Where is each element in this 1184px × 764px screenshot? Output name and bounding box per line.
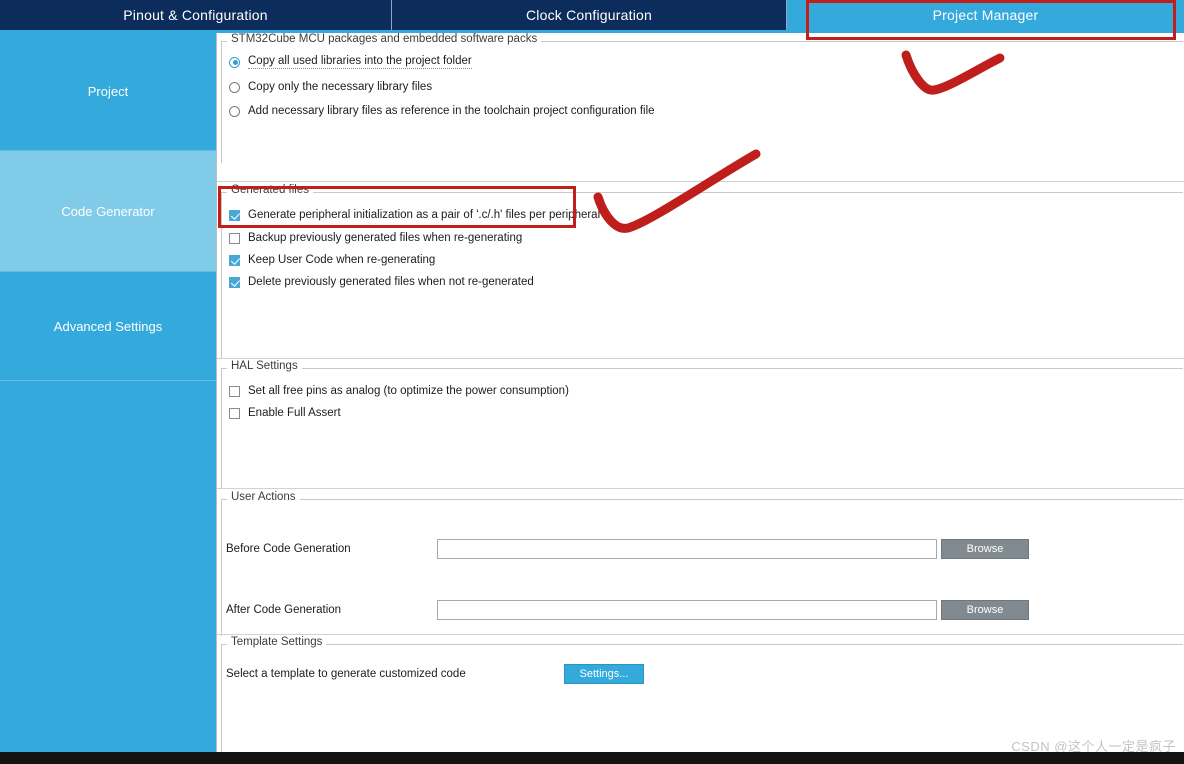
tab-label: Clock Configuration [526, 7, 652, 23]
checkbox-checked-icon [229, 276, 240, 288]
checkbox-delete-previous-files[interactable]: Delete previously generated files when n… [229, 271, 1183, 293]
checkbox-set-free-pins-analog[interactable]: Set all free pins as analog (to optimize… [229, 380, 1183, 402]
group-user-actions: User Actions Before Code Generation Brow… [221, 491, 1183, 636]
section-divider [217, 181, 1184, 182]
section-divider [217, 488, 1184, 489]
sidebar-item-project[interactable]: Project [0, 33, 216, 151]
before-code-generation-input[interactable] [437, 539, 937, 559]
code-generator-panel: STM32Cube MCU packages and embedded soft… [216, 33, 1184, 752]
checkbox-label: Set all free pins as analog (to optimize… [248, 385, 569, 397]
user-action-row: Before Code Generation Browse [221, 539, 1183, 569]
checkbox-unchecked-icon [229, 385, 240, 397]
group-title-mcu-packages: STM32Cube MCU packages and embedded soft… [227, 33, 542, 45]
button-label: Settings... [579, 668, 629, 680]
window-bottom-bar [0, 752, 1184, 764]
annotation-rect-project-manager-tab [806, 0, 1176, 40]
checkbox-label: Enable Full Assert [248, 407, 341, 419]
section-divider [217, 358, 1184, 359]
group-mcu-packages: STM32Cube MCU packages and embedded soft… [221, 33, 1183, 163]
checkbox-label: Delete previously generated files when n… [248, 276, 534, 288]
button-label: Browse [966, 543, 1004, 555]
checkbox-checked-icon [229, 254, 240, 266]
tab-pinout-configuration[interactable]: Pinout & Configuration [0, 0, 392, 30]
checkbox-unchecked-icon [229, 407, 240, 419]
checkbox-backup-previous-files[interactable]: Backup previously generated files when r… [229, 227, 1183, 249]
group-title-user-actions: User Actions [227, 491, 300, 503]
radio-label: Copy only the necessary library files [248, 81, 433, 93]
checkbox-keep-user-code[interactable]: Keep User Code when re-generating [229, 249, 1183, 271]
application-window: Pinout & Configuration Clock Configurati… [0, 0, 1184, 764]
radio-label: Copy all used libraries into the project… [248, 55, 472, 69]
checkbox-enable-full-assert[interactable]: Enable Full Assert [229, 402, 1183, 424]
after-code-generation-browse-button[interactable]: Browse [941, 600, 1029, 620]
sidebar-item-code-generator[interactable]: Code Generator [0, 151, 216, 272]
annotation-rect-generate-peripheral-init [218, 186, 576, 228]
radio-add-library-reference[interactable]: Add necessary library files as reference… [229, 99, 1183, 123]
section-divider [217, 634, 1184, 635]
radio-unselected-icon [229, 81, 240, 93]
button-label: Browse [966, 604, 1004, 616]
after-code-generation-input[interactable] [437, 600, 937, 620]
before-code-generation-label: Before Code Generation [226, 543, 351, 555]
radio-copy-all-libraries[interactable]: Copy all used libraries into the project… [229, 49, 1183, 75]
group-hal-settings: HAL Settings Set all free pins as analog… [221, 360, 1183, 488]
sidebar-item-advanced-settings[interactable]: Advanced Settings [0, 272, 216, 381]
after-code-generation-label: After Code Generation [226, 604, 342, 616]
project-manager-sidebar: Project Code Generator Advanced Settings [0, 33, 216, 752]
tab-label: Pinout & Configuration [123, 7, 268, 23]
radio-selected-icon [229, 56, 240, 68]
template-settings-button[interactable]: Settings... [564, 664, 644, 684]
checkbox-label: Backup previously generated files when r… [248, 232, 523, 244]
sidebar-item-label: Project [87, 84, 129, 99]
tab-clock-configuration[interactable]: Clock Configuration [392, 0, 787, 30]
sidebar-item-label: Advanced Settings [53, 318, 163, 334]
group-title-hal-settings: HAL Settings [227, 360, 302, 372]
radio-label: Add necessary library files as reference… [248, 105, 655, 117]
template-settings-label: Select a template to generate customized… [226, 668, 466, 680]
sidebar-item-empty [0, 381, 216, 752]
user-action-row: After Code Generation Browse [221, 600, 1183, 630]
radio-copy-necessary-libraries[interactable]: Copy only the necessary library files [229, 75, 1183, 99]
checkbox-label: Keep User Code when re-generating [248, 254, 436, 266]
group-template-settings: Template Settings Select a template to g… [221, 636, 1183, 752]
radio-unselected-icon [229, 105, 240, 117]
sidebar-item-label: Code Generator [61, 203, 155, 219]
before-code-generation-browse-button[interactable]: Browse [941, 539, 1029, 559]
checkbox-unchecked-icon [229, 232, 240, 244]
group-title-template-settings: Template Settings [227, 636, 327, 648]
